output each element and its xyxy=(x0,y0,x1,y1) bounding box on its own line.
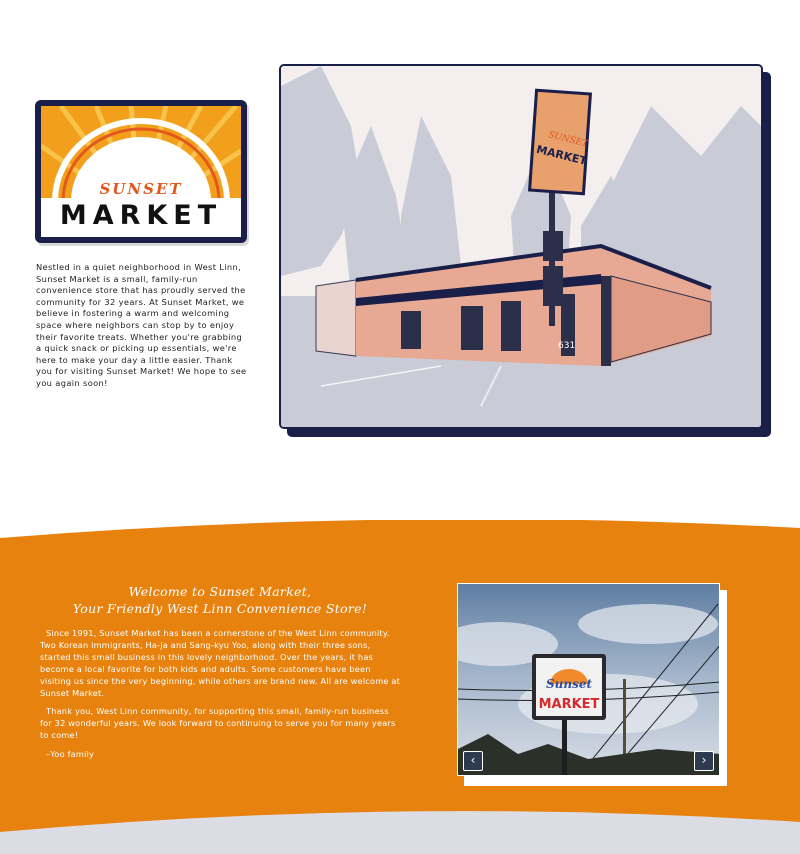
svg-text:Sunset: Sunset xyxy=(546,677,593,691)
pole-sign: SUNSET MARKET xyxy=(527,88,593,196)
welcome-title-line2: Your Friendly West Linn Convenience Stor… xyxy=(72,601,368,616)
storefront-illustration: SUNSET MARKET 631 xyxy=(279,64,763,429)
chevron-right-icon: › xyxy=(701,753,707,767)
intro-paragraph: Nestled in a quiet neighborhood in West … xyxy=(36,262,247,388)
logo-inner: SUNSET MARKET xyxy=(41,106,241,237)
sunset-market-logo: SUNSET MARKET xyxy=(35,100,247,243)
svg-text:MARKET: MARKET xyxy=(539,697,600,712)
welcome-body: Since 1991, Sunset Market has been a cor… xyxy=(40,628,402,768)
signature: –Yoo family xyxy=(46,749,95,760)
welcome-heading: Welcome to Sunset Market, Your Friendly … xyxy=(40,583,400,617)
history-paragraph: Since 1991, Sunset Market has been a cor… xyxy=(40,628,401,698)
sign-photo: Sunset MARKET xyxy=(458,584,719,775)
store-number: 631 xyxy=(558,341,575,351)
logo-market-text: MARKET xyxy=(59,200,223,231)
about-section: SUNSET MARKET Nestled in a quiet neighbo… xyxy=(0,0,800,520)
carousel-prev-button[interactable]: ‹ xyxy=(463,751,483,771)
welcome-title-line1: Welcome to Sunset Market, xyxy=(128,584,312,599)
carousel-next-button[interactable]: › xyxy=(694,751,714,771)
thanks-paragraph: Thank you, West Linn community, for supp… xyxy=(40,706,396,741)
logo-sunset-text: SUNSET xyxy=(99,180,183,198)
chevron-left-icon: ‹ xyxy=(470,753,476,767)
photo-carousel[interactable]: Sunset MARKET xyxy=(457,583,720,776)
